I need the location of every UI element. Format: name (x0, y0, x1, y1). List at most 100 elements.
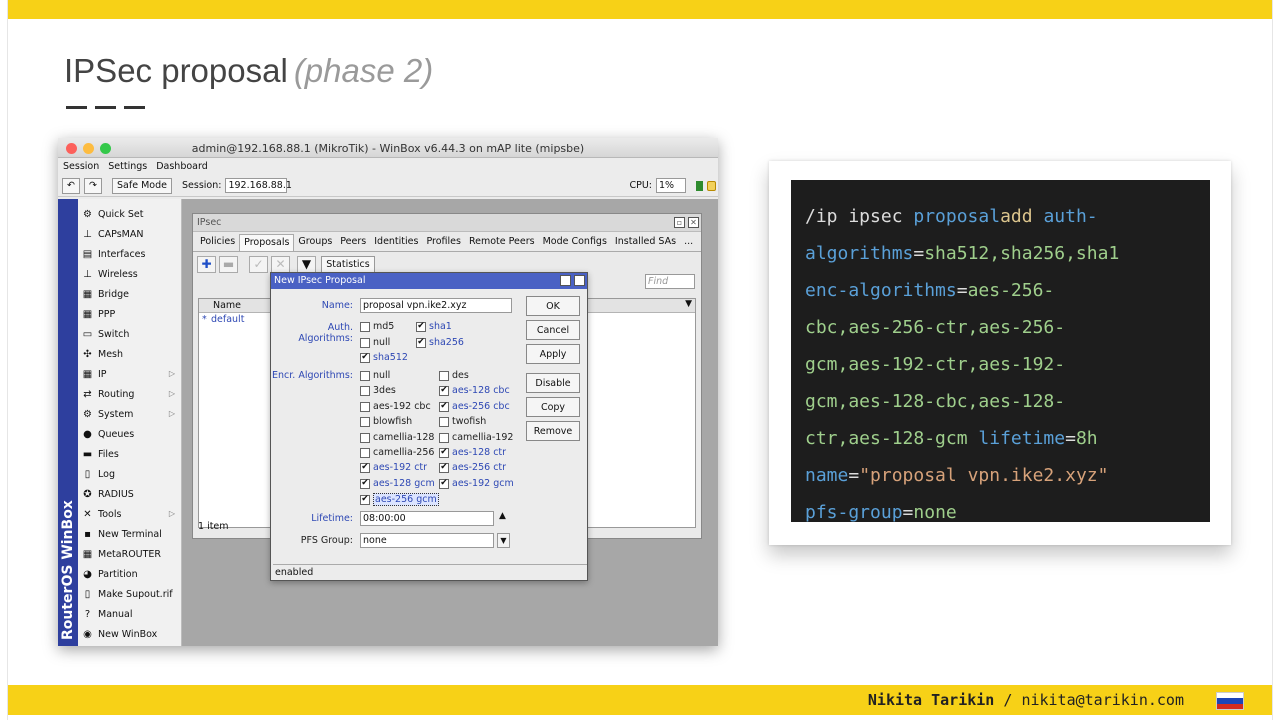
lifetime-input[interactable]: 08:00:00 (360, 511, 494, 526)
menu-session[interactable]: Session (63, 161, 99, 172)
menu-dashboard[interactable]: Dashboard (156, 161, 208, 172)
checkmark-icon[interactable]: ✔ (439, 462, 449, 473)
sidebar-item-quick-set[interactable]: ⚙ Quick Set (78, 204, 181, 224)
sidebar-item-radius[interactable]: ✪ RADIUS (78, 484, 181, 504)
checkbox-box[interactable] (360, 321, 370, 332)
copy-button[interactable]: Copy (526, 397, 580, 417)
checkbox-blowfish[interactable]: blowfish (360, 416, 412, 427)
column-name[interactable]: Name (199, 300, 279, 311)
checkmark-icon[interactable]: ✔ (416, 337, 426, 348)
close-icon[interactable]: ✕ (688, 217, 699, 228)
checkbox-box[interactable] (360, 401, 370, 412)
filter-icon[interactable]: ▼ (297, 255, 316, 273)
apply-button[interactable]: Apply (526, 344, 580, 364)
checkbox-aes-128-cbc[interactable]: ✔ aes-128 cbc (439, 385, 510, 396)
sidebar-item-log[interactable]: ▯ Log (78, 464, 181, 484)
undo-icon[interactable]: ↶ (62, 177, 80, 194)
sidebar-item-interfaces[interactable]: ▤ Interfaces (78, 244, 181, 264)
checkbox-box[interactable] (439, 370, 449, 381)
remove-button[interactable]: Remove (526, 421, 580, 441)
checkbox-3des[interactable]: 3des (360, 385, 396, 396)
enable-icon[interactable]: ✓ (249, 255, 268, 273)
checkbox-box[interactable] (439, 432, 449, 443)
checkmark-icon[interactable]: ✔ (360, 462, 370, 473)
column-menu-icon[interactable]: ▼ (685, 299, 692, 309)
restore-icon[interactable]: ▫ (674, 217, 685, 228)
checkbox-sha256[interactable]: ✔ sha256 (416, 337, 464, 348)
checkbox-aes-192-cbc[interactable]: aes-192 cbc (360, 401, 431, 412)
tab-remote-peers[interactable]: Remote Peers (465, 234, 539, 251)
sidebar-item-switch[interactable]: ▭ Switch (78, 324, 181, 344)
checkmark-icon[interactable]: ✔ (360, 478, 370, 489)
checkmark-icon[interactable]: ✔ (439, 385, 449, 396)
sidebar-item-routing[interactable]: ⇄ Routing ▷ (78, 384, 181, 404)
checkmark-icon[interactable]: ✔ (439, 478, 449, 489)
checkbox-sha1[interactable]: ✔ sha1 (416, 321, 452, 332)
checkbox-aes-256-ctr[interactable]: ✔ aes-256 ctr (439, 462, 506, 473)
sidebar-item-partition[interactable]: ◕ Partition (78, 564, 181, 584)
add-icon[interactable]: ✚ (197, 255, 216, 273)
sidebar-item-new-winbox[interactable]: ◉ New WinBox (78, 624, 181, 644)
sidebar-item-bridge[interactable]: ▦ Bridge (78, 284, 181, 304)
checkbox-camellia-128[interactable]: camellia-128 (360, 432, 434, 443)
checkmark-icon[interactable]: ✔ (439, 401, 449, 412)
disable-button[interactable]: Disable (526, 373, 580, 393)
redo-icon[interactable]: ↷ (84, 177, 102, 194)
checkbox-null[interactable]: null (360, 337, 390, 348)
checkbox-camellia-256[interactable]: camellia-256 (360, 447, 434, 458)
sidebar-item-wireless[interactable]: ⊥ Wireless (78, 264, 181, 284)
checkbox-box[interactable] (360, 447, 370, 458)
tab-proposals[interactable]: Proposals (239, 234, 295, 251)
tab-mode-configs[interactable]: Mode Configs (539, 234, 611, 251)
safe-mode-button[interactable]: Safe Mode (112, 177, 172, 194)
tab-identities[interactable]: Identities (370, 234, 422, 251)
sidebar-item-make-supout-rif[interactable]: ▯ Make Supout.rif (78, 584, 181, 604)
sidebar-item-queues[interactable]: ● Queues (78, 424, 181, 444)
sidebar-item-capsman[interactable]: ⊥ CAPsMAN (78, 224, 181, 244)
checkbox-sha512[interactable]: ✔ sha512 (360, 352, 408, 363)
checkbox-box[interactable] (360, 416, 370, 427)
checkbox-aes-256-gcm[interactable]: ✔ aes-256 gcm (360, 493, 439, 506)
checkbox-md5[interactable]: md5 (360, 321, 394, 332)
checkbox-des[interactable]: des (439, 370, 469, 381)
sidebar-item-metarouter[interactable]: ▦ MetaROUTER (78, 544, 181, 564)
checkbox-box[interactable] (360, 370, 370, 381)
find-input[interactable]: Find (645, 274, 695, 289)
sidebar-item-system[interactable]: ⚙ System ▷ (78, 404, 181, 424)
sidebar-item-new-terminal[interactable]: ▪ New Terminal (78, 524, 181, 544)
checkbox-box[interactable] (360, 432, 370, 443)
pfs-select[interactable]: none (360, 533, 494, 548)
checkbox-camellia-192[interactable]: camellia-192 (439, 432, 513, 443)
tab-peers[interactable]: Peers (336, 234, 370, 251)
checkbox-aes-192-gcm[interactable]: ✔ aes-192 gcm (439, 478, 514, 489)
checkbox-aes-128-gcm[interactable]: ✔ aes-128 gcm (360, 478, 435, 489)
remove-icon[interactable]: ▬ (219, 255, 238, 273)
checkmark-icon[interactable]: ✔ (360, 494, 370, 505)
restore-icon[interactable]: ▫ (560, 275, 571, 286)
tab-[interactable]: ... (680, 234, 697, 251)
checkmark-icon[interactable]: ✔ (360, 352, 370, 363)
checkmark-icon[interactable]: ✔ (439, 447, 449, 458)
sidebar-item-ppp[interactable]: ▦ PPP (78, 304, 181, 324)
sidebar-item-manual[interactable]: ? Manual (78, 604, 181, 624)
close-icon[interactable]: ✕ (574, 275, 585, 286)
checkmark-icon[interactable]: ✔ (416, 321, 426, 332)
sidebar-item-ip[interactable]: ▦ IP ▷ (78, 364, 181, 384)
pfs-dropdown-icon[interactable]: ▼ (497, 533, 510, 548)
checkbox-twofish[interactable]: twofish (439, 416, 486, 427)
tab-profiles[interactable]: Profiles (422, 234, 465, 251)
tab-groups[interactable]: Groups (294, 234, 336, 251)
checkbox-aes-192-ctr[interactable]: ✔ aes-192 ctr (360, 462, 427, 473)
checkbox-aes-256-cbc[interactable]: ✔ aes-256 cbc (439, 401, 510, 412)
tab-installed-sas[interactable]: Installed SAs (611, 234, 680, 251)
tab-policies[interactable]: Policies (196, 234, 239, 251)
statistics-button[interactable]: Statistics (321, 255, 375, 273)
name-input[interactable]: proposal vpn.ike2.xyz (360, 298, 512, 313)
checkbox-null[interactable]: null (360, 370, 390, 381)
sidebar-item-tools[interactable]: ✕ Tools ▷ (78, 504, 181, 524)
checkbox-aes-128-ctr[interactable]: ✔ aes-128 ctr (439, 447, 506, 458)
lifetime-collapse-icon[interactable]: ▲ (499, 511, 506, 521)
session-input[interactable]: 192.168.88.1 (225, 178, 292, 193)
checkbox-box[interactable] (439, 416, 449, 427)
sidebar-item-files[interactable]: ▬ Files (78, 444, 181, 464)
